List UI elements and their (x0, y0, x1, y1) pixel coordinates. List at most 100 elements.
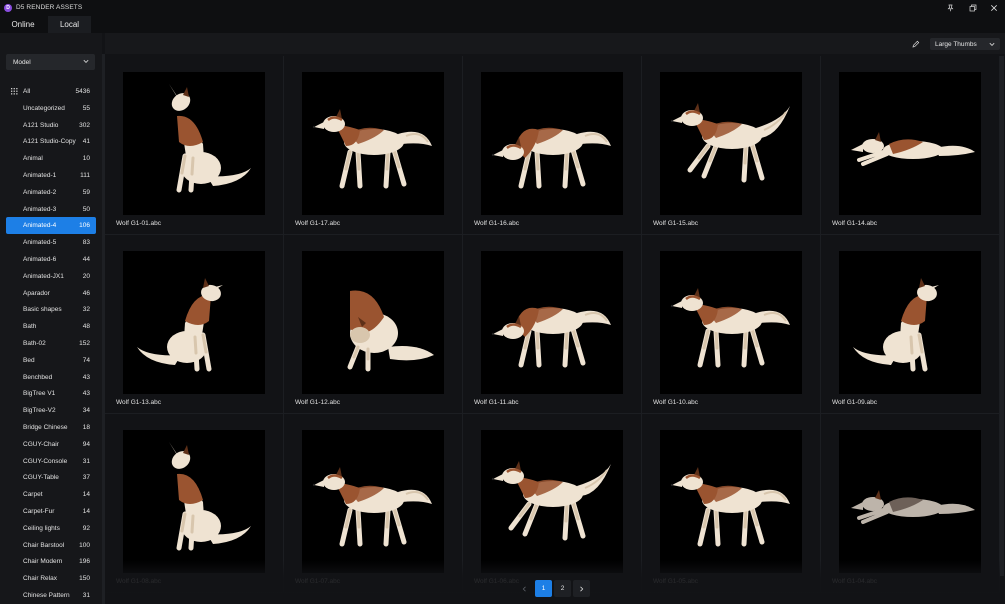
wolf-model-preview (491, 127, 611, 189)
category-item[interactable]: Animated-JX1 20 (6, 268, 96, 285)
asset-thumbnail (302, 72, 444, 215)
category-label: Bath (23, 323, 37, 331)
wolf-model-preview (137, 278, 223, 372)
category-item[interactable]: Chair Modern 196 (6, 553, 96, 570)
category-label: BigTree-V2 (23, 407, 56, 415)
category-count: 59 (82, 188, 90, 196)
asset-thumbnail (302, 251, 444, 394)
category-item[interactable]: Carpet-Fur 14 (6, 503, 96, 520)
asset-card[interactable]: Wolf G1-12.abc (284, 235, 463, 414)
prev-page-button[interactable] (516, 580, 533, 597)
category-label: Animated-3 (23, 205, 57, 213)
app-logo: D (4, 4, 12, 12)
category-item[interactable]: All 5436 (6, 83, 96, 100)
category-item[interactable]: CGUY-Table 37 (6, 469, 96, 486)
wolf-model-preview (169, 442, 251, 551)
category-label: Bath-02 (23, 339, 46, 347)
asset-thumbnail (123, 251, 265, 394)
category-item[interactable]: Animated-2 59 (6, 184, 96, 201)
tab-local[interactable]: Local (48, 16, 91, 33)
wolf-model-preview (347, 290, 434, 372)
asset-name: Wolf G1-10.abc (653, 399, 699, 406)
category-item[interactable]: Basic shapes 32 (6, 301, 96, 318)
category-item[interactable]: Animal 10 (6, 150, 96, 167)
asset-card[interactable]: Wolf G1-09.abc (821, 235, 1000, 414)
asset-card[interactable]: Wolf G1-17.abc (284, 56, 463, 235)
category-label: Aparador (23, 289, 50, 297)
category-item[interactable]: Animated-6 44 (6, 251, 96, 268)
category-item[interactable]: Animated-5 83 (6, 234, 96, 251)
category-item[interactable]: Chair Barstool 100 (6, 537, 96, 554)
asset-card[interactable]: Wolf G1-16.abc (463, 56, 642, 235)
category-item[interactable]: Benchbed 43 (6, 369, 96, 386)
page-button-2[interactable]: 2 (554, 580, 571, 597)
category-item[interactable]: A121 Studio-Copy 41 (6, 133, 96, 150)
page-button-1[interactable]: 1 (535, 580, 552, 597)
chevron-right-icon (580, 586, 584, 591)
category-item[interactable]: Aparador 46 (6, 285, 96, 302)
category-count: 100 (79, 541, 90, 549)
view-mode-select[interactable]: Large Thumbs (930, 38, 1000, 50)
category-item[interactable]: A121 Studio 302 (6, 117, 96, 134)
asset-card[interactable]: Wolf G1-14.abc (821, 56, 1000, 235)
asset-name: Wolf G1-11.abc (474, 399, 519, 406)
pin-button[interactable] (939, 0, 961, 16)
close-icon (991, 5, 997, 11)
app-title: D5 RENDER ASSETS (16, 4, 83, 11)
category-item[interactable]: Bath-02 152 (6, 335, 96, 352)
asset-name: Wolf G1-09.abc (832, 399, 878, 406)
next-page-button[interactable] (573, 580, 590, 597)
close-button[interactable] (983, 0, 1005, 16)
category-count: 43 (82, 390, 90, 398)
category-item[interactable]: Uncategorized 55 (6, 100, 96, 117)
restore-button[interactable] (962, 0, 984, 16)
asset-thumbnail (660, 251, 802, 394)
category-item[interactable]: Ceiling lights 92 (6, 520, 96, 537)
category-list: All 5436 Uncategorized 55 A121 Studio 302 A121… (6, 83, 96, 604)
category-label: BigTree V1 (23, 390, 56, 398)
asset-card[interactable]: Wolf G1-15.abc (642, 56, 821, 235)
category-item[interactable]: Animated-3 50 (6, 201, 96, 218)
category-label: Animal (23, 155, 43, 163)
asset-card[interactable]: Wolf G1-11.abc (463, 235, 642, 414)
category-label: A121 Studio (23, 121, 59, 129)
category-count: 196 (79, 558, 90, 566)
edit-button[interactable] (910, 38, 922, 49)
category-item[interactable]: CGUY-Chair 94 (6, 436, 96, 453)
category-count: 152 (79, 339, 90, 347)
asset-card[interactable]: Wolf G1-13.abc (105, 235, 284, 414)
tab-bar: Online Local (0, 16, 1005, 33)
category-item[interactable]: CGUY-Console 31 (6, 453, 96, 470)
category-count: 94 (82, 440, 90, 448)
asset-card[interactable]: Wolf G1-10.abc (642, 235, 821, 414)
title-bar: D D5 RENDER ASSETS (0, 0, 1005, 16)
view-mode-value: Large Thumbs (935, 40, 977, 48)
category-count: 55 (82, 104, 90, 112)
category-label: Uncategorized (23, 104, 65, 112)
category-item[interactable]: Bridge Chinese 18 (6, 419, 96, 436)
grid-scrollbar[interactable] (1000, 56, 1004, 576)
category-item[interactable]: Carpet 14 (6, 486, 96, 503)
category-item[interactable]: Bath 48 (6, 318, 96, 335)
category-item[interactable]: Bed 74 (6, 352, 96, 369)
category-item[interactable]: Animated-1 111 (6, 167, 96, 184)
wolf-model-preview (851, 490, 975, 524)
chevron-down-icon (989, 42, 995, 46)
category-count: 14 (82, 507, 90, 515)
chevron-left-icon (522, 586, 526, 591)
category-label: Ceiling lights (23, 524, 60, 532)
asset-thumbnail (481, 430, 623, 573)
category-count: 34 (82, 407, 90, 415)
pencil-icon (912, 40, 920, 47)
category-count: 106 (79, 222, 90, 230)
asset-type-select[interactable]: Model (6, 54, 95, 70)
tab-online[interactable]: Online (0, 16, 46, 33)
category-item[interactable]: BigTree-V2 34 (6, 402, 96, 419)
category-item[interactable]: BigTree V1 43 (6, 385, 96, 402)
asset-thumbnail (302, 430, 444, 573)
category-label: Basic shapes (23, 306, 62, 314)
chevron-down-icon (83, 59, 89, 63)
category-count: 74 (82, 356, 90, 364)
category-item[interactable]: Animated-4 106 (6, 217, 96, 235)
asset-card[interactable]: Wolf G1-01.abc (105, 56, 284, 235)
